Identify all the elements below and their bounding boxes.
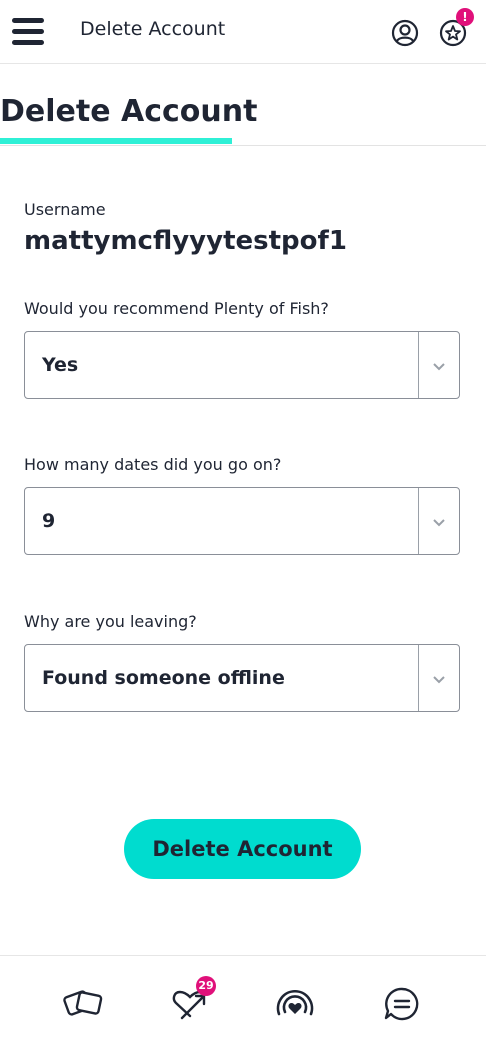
chevron-down-icon <box>433 519 445 527</box>
bottom-nav: 29 <box>0 955 486 1056</box>
profile-icon[interactable] <box>391 19 419 47</box>
delete-account-button[interactable]: Delete Account <box>124 819 361 879</box>
top-bar: Delete Account ! <box>0 0 486 64</box>
select-divider <box>418 488 419 554</box>
chevron-down-icon <box>433 363 445 371</box>
select-divider <box>418 645 419 711</box>
dates-select-value: 9 <box>42 510 56 532</box>
heading-underline <box>0 138 232 144</box>
chevron-down-icon <box>433 676 445 684</box>
username-value: mattymcflyyytestpof1 <box>24 226 347 256</box>
header-title: Delete Account <box>80 18 226 40</box>
select-divider <box>418 332 419 398</box>
live-broadcast-icon[interactable] <box>273 984 317 1024</box>
interested-count-badge: 29 <box>196 976 216 996</box>
chat-icon[interactable] <box>380 984 424 1024</box>
hamburger-menu-icon[interactable] <box>12 18 44 46</box>
cards-icon[interactable] <box>62 984 106 1024</box>
username-label: Username <box>24 200 106 219</box>
notification-badge: ! <box>456 8 474 26</box>
page-title: Delete Account <box>0 94 258 129</box>
recommend-select-value: Yes <box>42 354 79 376</box>
recommend-label: Would you recommend Plenty of Fish? <box>24 299 329 318</box>
dates-label: How many dates did you go on? <box>24 455 282 474</box>
reason-select-value: Found someone offline <box>42 667 285 689</box>
reason-select[interactable]: Found someone offline <box>24 644 460 712</box>
divider <box>0 145 486 146</box>
reason-label: Why are you leaving? <box>24 612 197 631</box>
recommend-select[interactable]: Yes <box>24 331 460 399</box>
dates-select[interactable]: 9 <box>24 487 460 555</box>
